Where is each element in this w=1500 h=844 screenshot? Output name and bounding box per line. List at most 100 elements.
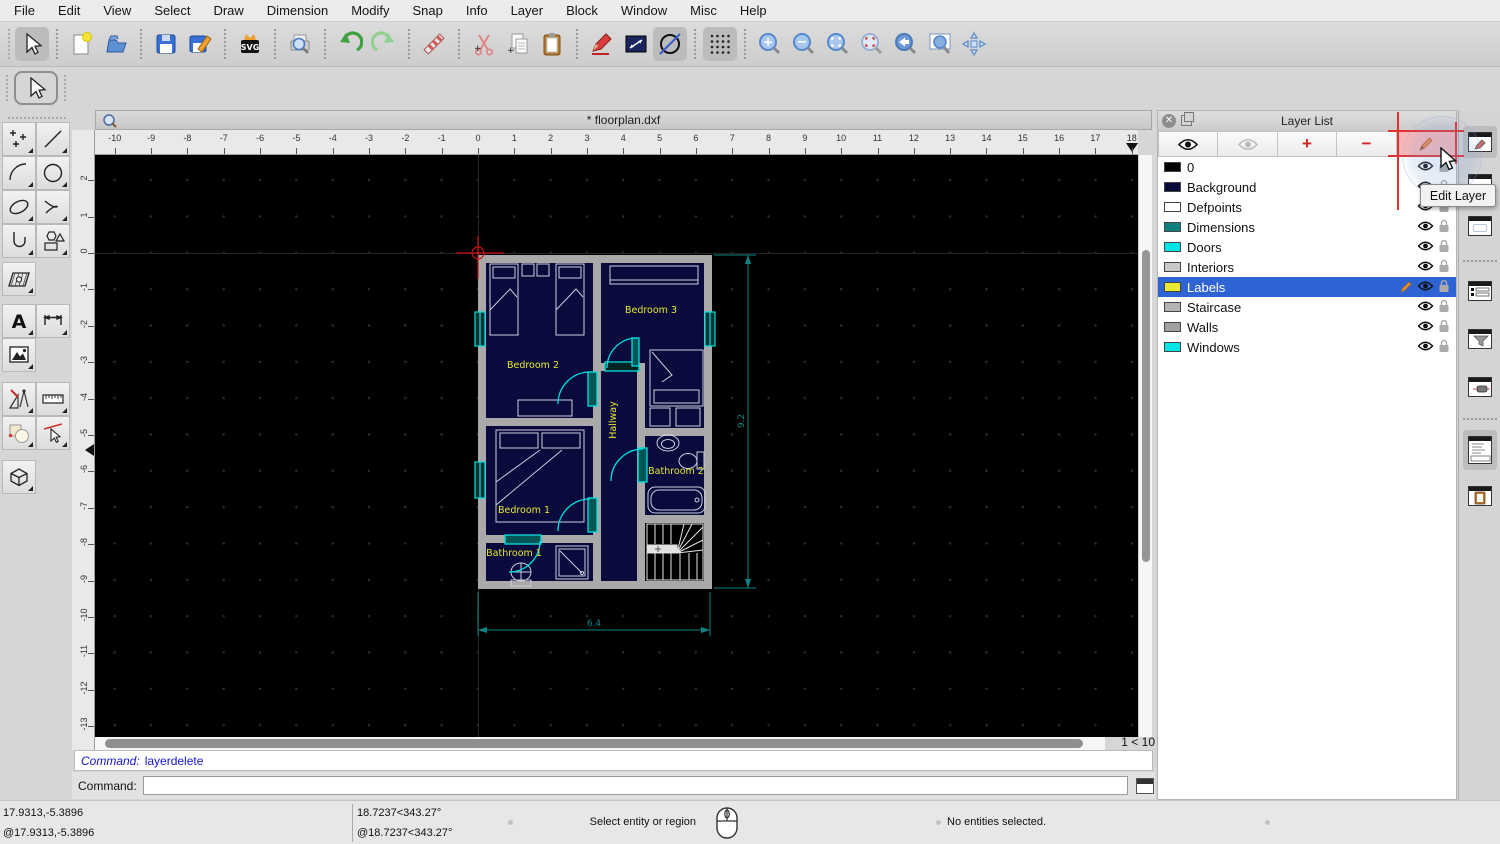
tool-polygon-button[interactable] — [36, 224, 70, 258]
drawing-canvas[interactable]: Bedroom 2 Bedroom 3 Bedroom 1 Bathroom 1… — [95, 155, 1138, 737]
selection-arrow-button[interactable] — [15, 27, 49, 61]
layer-row-labels[interactable]: Labels — [1158, 277, 1456, 297]
tool-order-button[interactable] — [2, 416, 36, 450]
tool-hatch-button[interactable] — [2, 262, 36, 296]
layer-visibility-eye-icon[interactable] — [1417, 240, 1434, 255]
layer-visibility-eye-icon[interactable] — [1417, 340, 1434, 355]
print-preview-button[interactable] — [283, 27, 317, 61]
tool-spline-button[interactable] — [36, 190, 70, 224]
tool-arc-button[interactable] — [2, 156, 36, 190]
menu-item-edit[interactable]: Edit — [58, 3, 80, 18]
zoom-in-button[interactable]: + — [753, 27, 787, 61]
menu-item-view[interactable]: View — [103, 3, 131, 18]
menu-item-block[interactable]: Block — [566, 3, 598, 18]
layer-visibility-eye-icon[interactable] — [1417, 260, 1434, 275]
tool-measure-button[interactable] — [36, 382, 70, 416]
menu-item-select[interactable]: Select — [154, 3, 190, 18]
current-action-arrow-button[interactable] — [14, 71, 58, 105]
layer-row-dimensions[interactable]: Dimensions — [1158, 217, 1456, 237]
isometric-circle-button[interactable] — [653, 27, 687, 61]
draw-order-button[interactable] — [585, 27, 619, 61]
layer-visibility-eye-icon[interactable] — [1417, 280, 1434, 295]
zoom-out-button[interactable]: − — [787, 27, 821, 61]
edit-layer-button[interactable] — [1396, 131, 1457, 157]
menu-item-info[interactable]: Info — [466, 3, 488, 18]
layer-lock-icon[interactable] — [1438, 319, 1450, 336]
undo-button[interactable] — [333, 27, 367, 61]
grid-toggle-button[interactable] — [703, 27, 737, 61]
zoom-back-button[interactable] — [889, 27, 923, 61]
layer-lock-icon[interactable] — [1438, 259, 1450, 276]
layer-row-windows[interactable]: Windows — [1158, 337, 1456, 357]
menu-item-window[interactable]: Window — [621, 3, 667, 18]
save-as-button[interactable] — [183, 27, 217, 61]
tool-polyline-button[interactable] — [2, 224, 36, 258]
delete-button[interactable] — [417, 27, 451, 61]
layer-row-staircase[interactable]: Staircase — [1158, 297, 1456, 317]
command-dock-button[interactable] — [1135, 777, 1154, 794]
float-panel-icon[interactable] — [1181, 112, 1194, 126]
copy-button[interactable]: + — [501, 27, 535, 61]
tool-ellipse-button[interactable] — [2, 190, 36, 224]
layer-lock-icon[interactable] — [1438, 339, 1450, 356]
layer-row-background[interactable]: Background — [1158, 177, 1456, 197]
layer-row-walls[interactable]: Walls — [1158, 317, 1456, 337]
tool-3d-box-button[interactable] — [2, 460, 36, 494]
new-document-button[interactable] — [65, 27, 99, 61]
show-all-layers-button[interactable] — [1158, 131, 1219, 157]
menu-item-modify[interactable]: Modify — [351, 3, 389, 18]
clipboard-dock-button[interactable] — [1463, 480, 1497, 512]
command-options-dock-button[interactable] — [1463, 275, 1497, 307]
hide-all-layers-button[interactable] — [1218, 131, 1278, 157]
remove-layer-button[interactable]: − — [1337, 131, 1397, 157]
tool-text-button[interactable]: A — [2, 304, 36, 338]
canvas-horizontal-scrollbar[interactable] — [95, 737, 1105, 750]
vertical-scroll-thumb[interactable] — [1142, 250, 1150, 562]
layer-row-defpoints[interactable]: Defpoints — [1158, 197, 1456, 217]
layer-lock-icon[interactable] — [1438, 299, 1450, 316]
tool-dimension-button[interactable] — [36, 304, 70, 338]
redo-button[interactable] — [367, 27, 401, 61]
tool-line-button[interactable] — [36, 122, 70, 156]
cut-button[interactable]: + — [467, 27, 501, 61]
horizontal-scroll-thumb[interactable] — [105, 739, 1083, 748]
layer-row-0[interactable]: 0 — [1158, 157, 1456, 177]
menu-item-dimension[interactable]: Dimension — [267, 3, 328, 18]
layer-row-doors[interactable]: Doors — [1158, 237, 1456, 257]
layer-row-interiors[interactable]: Interiors — [1158, 257, 1456, 277]
menu-item-snap[interactable]: Snap — [413, 3, 443, 18]
layer-lock-icon[interactable] — [1438, 239, 1450, 256]
zoom-auto-button[interactable] — [821, 27, 855, 61]
layer-lock-icon[interactable] — [1438, 159, 1450, 176]
tool-misc-draw-button[interactable] — [2, 382, 36, 416]
layer-visibility-eye-icon[interactable] — [1417, 160, 1434, 175]
menu-item-layer[interactable]: Layer — [511, 3, 544, 18]
canvas-vertical-scrollbar[interactable] — [1138, 155, 1152, 737]
tool-circle-button[interactable] — [36, 156, 70, 190]
layer-list-dock-button[interactable] — [1463, 126, 1497, 158]
export-svg-button[interactable]: SVG — [233, 27, 267, 61]
distance-button[interactable] — [619, 27, 653, 61]
tool-image-button[interactable] — [2, 338, 36, 372]
selection-filter-dock-button[interactable] — [1463, 323, 1497, 355]
layer-lock-icon[interactable] — [1438, 279, 1450, 296]
layer-list-header[interactable]: Layer List ✕ — [1158, 111, 1456, 131]
paste-button[interactable] — [535, 27, 569, 61]
zoom-pan-button[interactable] — [957, 27, 991, 61]
layer-visibility-eye-icon[interactable] — [1417, 300, 1434, 315]
menu-item-help[interactable]: Help — [740, 3, 767, 18]
layer-lock-icon[interactable] — [1438, 219, 1450, 236]
close-panel-icon[interactable]: ✕ — [1162, 114, 1176, 128]
command-widget-dock-button[interactable] — [1463, 430, 1497, 470]
menu-item-draw[interactable]: Draw — [213, 3, 243, 18]
command-input[interactable] — [142, 776, 1128, 795]
zoom-window-button[interactable] — [923, 27, 957, 61]
layer-visibility-eye-icon[interactable] — [1417, 320, 1434, 335]
document-title-bar[interactable]: * floorplan.dxf — [95, 110, 1152, 130]
library-browser-dock-button[interactable] — [1463, 210, 1497, 242]
tool-modify-attributes-button[interactable] — [36, 416, 70, 450]
open-file-button[interactable] — [99, 27, 133, 61]
add-layer-button[interactable]: + — [1277, 131, 1338, 157]
menu-item-misc[interactable]: Misc — [690, 3, 717, 18]
menu-item-file[interactable]: File — [14, 3, 35, 18]
